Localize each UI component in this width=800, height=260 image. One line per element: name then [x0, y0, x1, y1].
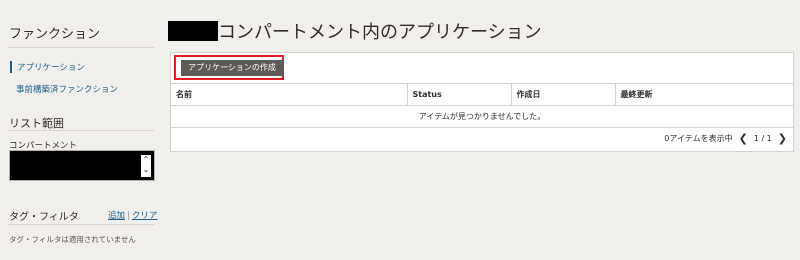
chevron-up-down-icon: ⌃ ⌄	[141, 155, 151, 177]
create-application-button[interactable]: アプリケーションの作成	[181, 60, 283, 76]
applications-panel: アプリケーションの作成 名前 Status 作成日 最終更新 アイテムが見つかり…	[170, 52, 794, 152]
redacted-compartment-name	[168, 21, 218, 41]
tag-clear-link[interactable]: クリア	[132, 211, 158, 221]
list-scope-divider	[8, 130, 154, 131]
page-title: コンパートメント内のアプリケーション	[168, 19, 542, 43]
sidebar-title: ファンクション	[9, 27, 101, 42]
table-header-row: 名前 Status 作成日 最終更新	[171, 83, 793, 106]
page-indicator: 1 / 1	[753, 134, 772, 143]
sidebar-item-applications[interactable]: アプリケーション	[10, 61, 85, 73]
sidebar-item-prebuilt-functions[interactable]: 事前構築済ファンクション	[16, 83, 118, 95]
tag-add-link[interactable]: 追加	[108, 211, 125, 221]
sidebar: ファンクション アプリケーション 事前構築済ファンクション リスト範囲 コンパー…	[0, 0, 160, 260]
tag-filter-note: タグ・フィルタは適用されていません	[9, 235, 136, 244]
tag-filter-links: 追加 | クリア	[108, 209, 157, 221]
list-scope-title: リスト範囲	[9, 117, 64, 130]
empty-message: アイテムが見つかりませんでした。	[171, 105, 793, 128]
tag-link-separator: |	[127, 211, 130, 221]
next-page-icon[interactable]: ❯	[778, 132, 787, 145]
page-title-text: コンパートメント内のアプリケーション	[218, 22, 542, 43]
column-header-name[interactable]: 名前	[171, 83, 407, 106]
item-count: 0アイテムを表示中	[664, 134, 733, 143]
table-row: アイテムが見つかりませんでした。	[171, 105, 793, 128]
column-header-created[interactable]: 作成日	[510, 83, 615, 106]
applications-table: 名前 Status 作成日 最終更新 アイテムが見つかりませんでした。	[171, 83, 793, 128]
tag-filter-title: タグ・フィルタ	[9, 212, 79, 223]
sidebar-divider	[8, 47, 154, 48]
prev-page-icon[interactable]: ❮	[739, 132, 748, 145]
compartment-select[interactable]: ⌃ ⌄	[9, 150, 155, 181]
highlight-box: アプリケーションの作成	[174, 55, 284, 80]
pager: 0アイテムを表示中 ❮ 1 / 1 ❯	[664, 132, 787, 145]
column-header-updated[interactable]: 最終更新	[614, 83, 793, 106]
toolbar: アプリケーションの作成	[171, 53, 793, 83]
column-header-status[interactable]: Status	[406, 83, 511, 106]
tag-filter-divider	[8, 224, 154, 225]
